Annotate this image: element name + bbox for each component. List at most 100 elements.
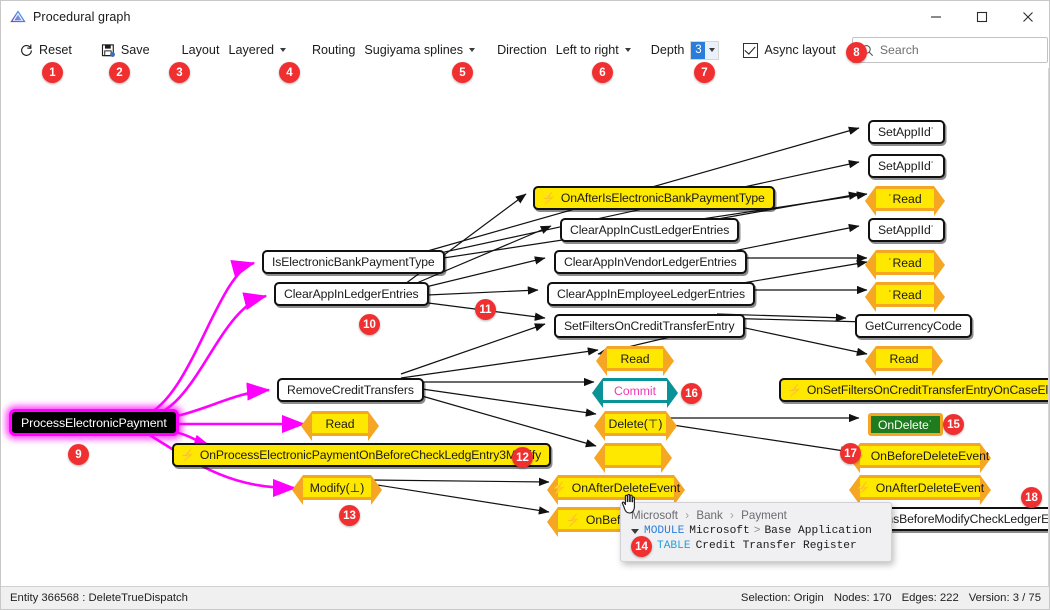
node-label: ClearAppInVendorLedgerEntries: [564, 255, 737, 269]
routing-label: Routing: [311, 43, 356, 57]
callout-badge-6: 6: [592, 62, 613, 83]
node-label: SetAppIId˙: [878, 159, 935, 173]
node-label: Read: [325, 416, 355, 431]
graph-canvas[interactable]: SetAppIId˙ SetAppIId˙ ˙Read ⚡ OnAfterIsElect…: [2, 68, 1049, 587]
node-label: OnDelete˙: [878, 417, 933, 432]
reset-label: Reset: [39, 43, 72, 57]
graph-node-n_hidden_hex[interactable]: [594, 443, 672, 473]
graph-node-n_onsetfilters[interactable]: ⚡ OnSetFiltersOnCreditTransferEntryOnCase…: [779, 378, 1049, 402]
tooltip-tree-row-module[interactable]: MODULE Microsoft > Base Application: [631, 525, 881, 537]
node-tooltip: Microsoft › Bank › Payment MODULE Micros…: [620, 502, 892, 562]
statusbar: Entity 366568 : DeleteTrueDispatch Selec…: [1, 586, 1049, 609]
callout-badge-1: 1: [42, 62, 63, 83]
maximize-button[interactable]: [959, 1, 1005, 32]
async-layout-label: Async layout: [764, 43, 836, 57]
mountain-icon: [10, 9, 26, 22]
node-label: OnAfterIsElectronicBankPaymentType: [560, 191, 765, 205]
graph-node-n_onprocess[interactable]: ⚡ OnProcessElectronicPaymentOnBeforeCheck…: [172, 443, 552, 467]
graph-node-n_clearvendor[interactable]: ClearAppInVendorLedgerEntries: [554, 250, 747, 274]
reset-button[interactable]: Reset: [17, 37, 74, 63]
depth-value: 3: [691, 41, 706, 59]
status-entity: Entity 366568 : DeleteTrueDispatch: [10, 592, 188, 604]
node-label: Modify(⊥): [309, 480, 365, 495]
graph-node-n_removecredit[interactable]: RemoveCreditTransfers: [277, 378, 424, 402]
chevron-down-icon: [469, 48, 476, 52]
graph-node-n_commit[interactable]: Commit: [592, 378, 678, 408]
routing-dropdown[interactable]: Sugiyama splines: [364, 43, 476, 57]
graph-node-n_delete[interactable]: Delete(⊤): [594, 411, 677, 441]
graph-node-n_ondelete[interactable]: OnDelete˙: [868, 413, 943, 436]
graph-node-n_setappid_3[interactable]: SetAppIId˙: [868, 218, 945, 242]
save-button[interactable]: Save: [99, 37, 152, 63]
status-nodes: Nodes: 170: [833, 592, 892, 604]
node-label: Commit: [614, 383, 656, 398]
graph-node-n_onafterdel[interactable]: ⚡ OnAfterDeleteEvent: [547, 475, 685, 505]
status-selection: Selection: Origin: [740, 592, 824, 604]
node-label: ˙Read: [888, 191, 922, 206]
graph-node-n_read_1[interactable]: ˙Read: [865, 186, 945, 216]
graph-node-n_read_4[interactable]: Read: [596, 346, 674, 376]
status-version: Version: 3 / 75: [968, 592, 1041, 604]
status-edges: Edges: 222: [901, 592, 959, 604]
node-label: SetAppIId˙: [878, 223, 935, 237]
callout-badge-12: 12: [512, 447, 533, 468]
tooltip-text: Credit Transfer Register: [695, 540, 857, 552]
graph-node-n_iselectronic[interactable]: IsElectronicBankPaymentType: [262, 250, 445, 274]
graph-node-n_read_2[interactable]: ˙Read: [865, 250, 945, 280]
breadcrumb-separator: ›: [730, 509, 734, 522]
breadcrumb-separator: ›: [685, 509, 690, 522]
node-label: Read: [620, 351, 650, 366]
hand-cursor-icon: [621, 493, 635, 514]
graph-node-n_origin[interactable]: ProcessElectronicPayment: [9, 409, 179, 436]
direction-dropdown[interactable]: Left to right: [556, 43, 631, 57]
graph-node-n_read_6[interactable]: Read: [301, 411, 379, 441]
window-title: Procedural graph: [33, 9, 131, 24]
graph-node-n_setappid_2[interactable]: SetAppIId˙: [868, 154, 945, 178]
graph-node-n_beforedel[interactable]: ⚡OnBeforeDeleteEvent: [849, 443, 991, 473]
layout-dropdown[interactable]: Layered: [228, 43, 286, 57]
graph-node-n_getcurrency[interactable]: GetCurrencyCode: [855, 314, 972, 338]
graph-node-n_onafteris[interactable]: ⚡ OnAfterIsElectronicBankPaymentType: [533, 186, 775, 210]
search-input[interactable]: Search: [851, 37, 1048, 63]
node-label: ClearAppInEmployeeLedgerEntries: [557, 287, 745, 301]
callout-badge-18: 18: [1021, 487, 1042, 508]
graph-node-n_setappid_1[interactable]: SetAppIId˙: [868, 120, 945, 144]
direction-value: Left to right: [555, 43, 619, 57]
triangle-down-icon: [631, 528, 639, 534]
graph-node-n_modify[interactable]: Modify(⊥): [292, 475, 382, 505]
callout-badge-16: 16: [681, 383, 702, 404]
depth-stepper[interactable]: 3: [690, 40, 720, 60]
minimize-button[interactable]: [913, 1, 959, 32]
bolt-icon: ⚡: [855, 480, 871, 495]
tooltip-tree-row-table[interactable]: TABLE Credit Transfer Register: [631, 540, 881, 552]
graph-node-n_afterdel_r[interactable]: ⚡ OnAfterDeleteEvent: [849, 475, 991, 505]
chevron-down-icon[interactable]: [705, 41, 719, 59]
tooltip-text: Microsoft: [689, 525, 750, 537]
tooltip-kind: TABLE: [657, 540, 691, 552]
graph-node-n_read_5[interactable]: Read: [865, 346, 943, 376]
async-layout-checkbox[interactable]: Async layout: [741, 37, 837, 63]
procedural-graph-window: Procedural graph Reset Save Layout Layer…: [0, 0, 1050, 610]
graph-node-n_clearledger[interactable]: ClearAppInLedgerEntries: [274, 282, 429, 306]
tooltip-text2: Base Application: [764, 525, 872, 537]
node-label: OnSetFiltersOnCreditTransferEntryOnCaseE…: [806, 383, 1049, 397]
callout-badge-9: 9: [68, 444, 89, 465]
node-label: Delete(⊤): [608, 416, 663, 431]
node-label: SetAppIId˙: [878, 125, 935, 139]
canvas-right-border: [1048, 68, 1049, 587]
callout-badge-3: 3: [169, 62, 190, 83]
graph-node-n_read_3[interactable]: ˙Read: [865, 282, 945, 312]
save-disk-icon: [101, 43, 115, 57]
close-button[interactable]: [1005, 1, 1049, 32]
layout-value: Layered: [228, 43, 274, 57]
callout-badge-5: 5: [452, 62, 473, 83]
graph-node-n_setfilters[interactable]: SetFiltersOnCreditTransferEntry: [554, 314, 745, 338]
graph-node-n_clearemp[interactable]: ClearAppInEmployeeLedgerEntries: [547, 282, 755, 306]
direction-label: Direction: [497, 43, 547, 57]
refresh-icon: [21, 44, 32, 56]
graph-node-n_clearcust[interactable]: ClearAppInCustLedgerEntries: [560, 218, 740, 242]
bolt-icon: ⚡: [551, 480, 567, 495]
node-label: ClearAppInLedgerEntries: [284, 287, 419, 301]
bolt-icon: ⚡: [180, 448, 195, 462]
window-controls: [913, 1, 1049, 32]
